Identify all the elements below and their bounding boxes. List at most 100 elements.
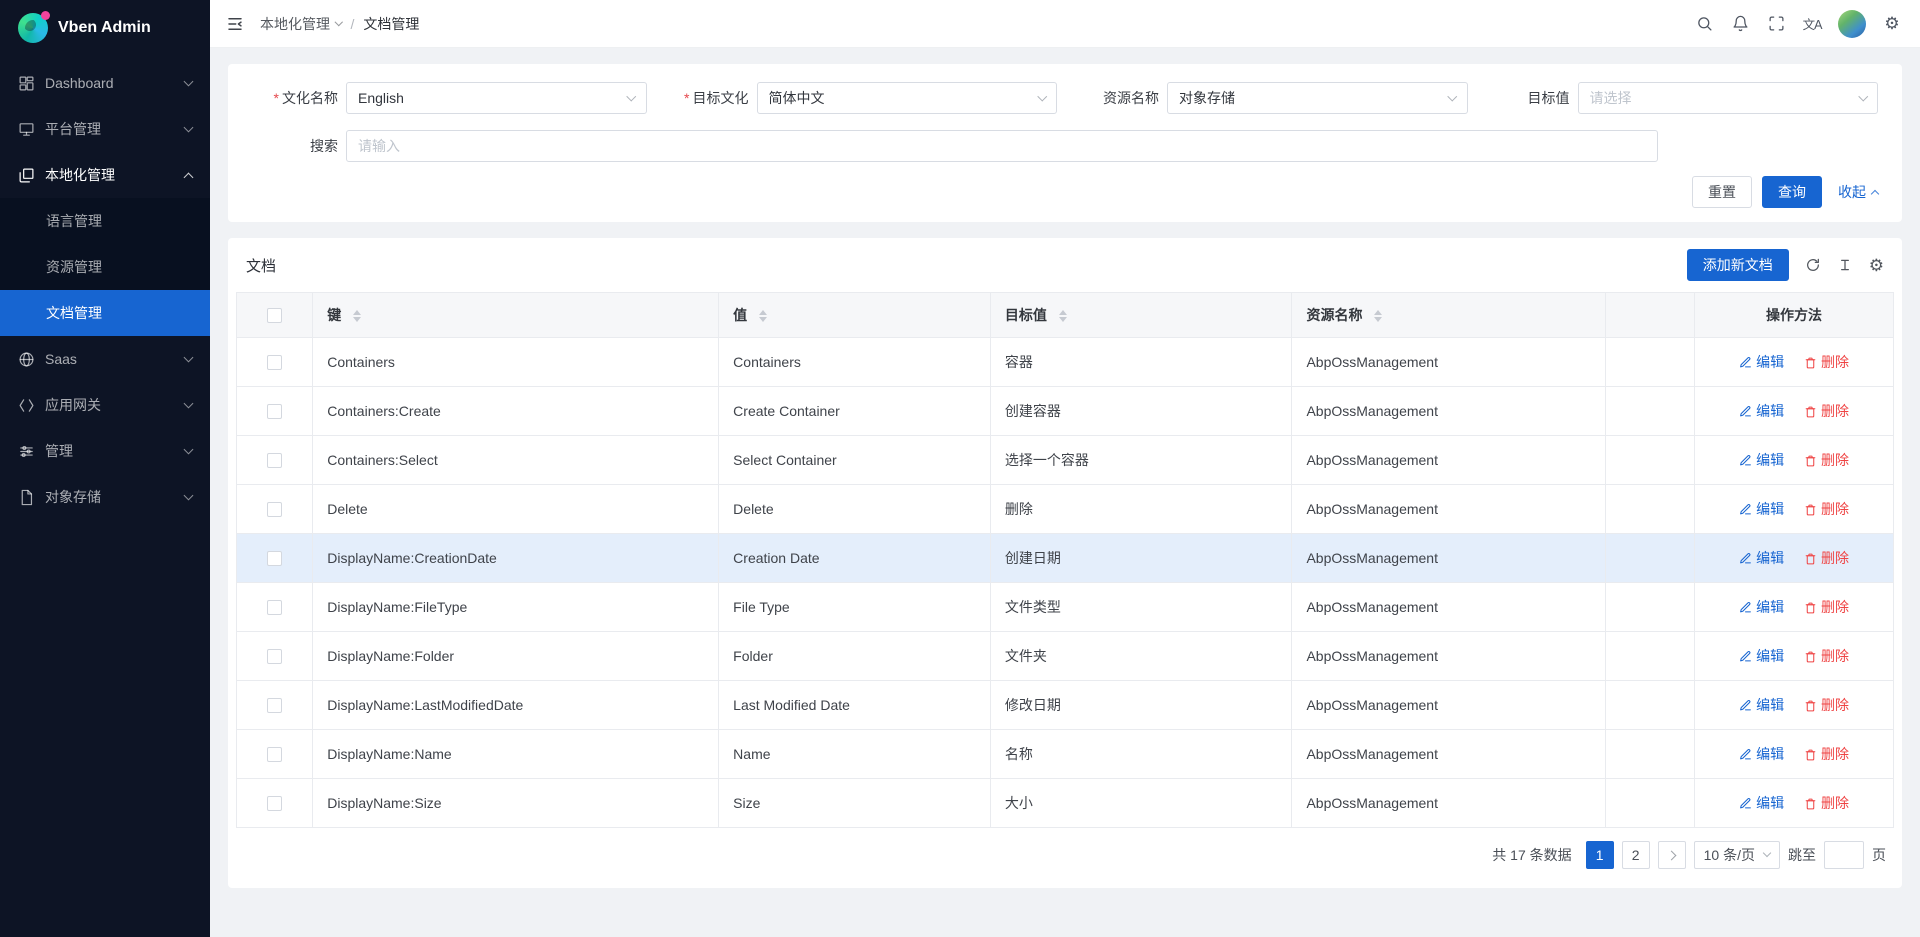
row-checkbox[interactable] — [267, 747, 282, 762]
sidebar-subitem[interactable]: 资源管理 — [0, 244, 210, 290]
field-target-culture: 目标文化 简体中文 — [663, 82, 1058, 114]
chevron-down-icon — [184, 398, 194, 408]
column-header-value[interactable]: 值 — [719, 293, 991, 338]
menu-fold-icon[interactable] — [226, 15, 244, 33]
chevron-up-icon — [1871, 190, 1879, 198]
cell-value: Creation Date — [719, 534, 991, 583]
edit-button[interactable]: 编辑 — [1739, 793, 1784, 813]
target-value-select[interactable]: 请选择 — [1578, 82, 1879, 114]
sidebar-item-management[interactable]: 管理 — [0, 428, 210, 474]
sort-icon[interactable] — [759, 310, 767, 322]
cell-resource-name: AbpOssManagement — [1292, 338, 1605, 387]
delete-button[interactable]: 删除 — [1804, 450, 1849, 470]
row-checkbox[interactable] — [267, 502, 282, 517]
target-value-label: 目标值 — [1484, 88, 1570, 108]
column-header-target-value[interactable]: 目标值 — [990, 293, 1292, 338]
fullscreen-icon[interactable] — [1758, 0, 1794, 48]
sidebar-item-platform[interactable]: 平台管理 — [0, 106, 210, 152]
settings-icon[interactable]: ⚙ — [1874, 0, 1910, 48]
app-title: Vben Admin — [58, 19, 151, 37]
row-checkbox[interactable] — [267, 453, 282, 468]
delete-button[interactable]: 删除 — [1804, 695, 1849, 715]
row-checkbox[interactable] — [267, 355, 282, 370]
trash-icon — [1804, 356, 1817, 369]
reset-button[interactable]: 重置 — [1692, 176, 1752, 208]
delete-button[interactable]: 删除 — [1804, 646, 1849, 666]
table-row: DisplayName:Size Size 大小 AbpOssManagemen… — [237, 779, 1894, 828]
delete-button[interactable]: 删除 — [1804, 499, 1849, 519]
row-checkbox[interactable] — [267, 600, 282, 615]
sort-icon[interactable] — [1374, 310, 1382, 322]
cell-value: Size — [719, 779, 991, 828]
pencil-icon — [1739, 405, 1752, 418]
row-checkbox[interactable] — [267, 649, 282, 664]
next-page-button[interactable] — [1658, 841, 1686, 869]
row-height-icon[interactable] — [1837, 257, 1853, 273]
bell-icon[interactable] — [1722, 0, 1758, 48]
row-checkbox[interactable] — [267, 551, 282, 566]
sidebar-item-saas[interactable]: Saas — [0, 336, 210, 382]
resource-name-select[interactable]: 对象存储 — [1167, 82, 1468, 114]
table-row: Containers:Create Create Container 创建容器 … — [237, 387, 1894, 436]
localization-submenu: 语言管理 资源管理 文档管理 — [0, 198, 210, 336]
edit-button[interactable]: 编辑 — [1739, 744, 1784, 764]
pagination: 共 17 条数据 1 2 10 条/页 跳至 页 — [236, 828, 1894, 882]
edit-button[interactable]: 编辑 — [1739, 499, 1784, 519]
chevron-down-icon — [184, 76, 194, 86]
edit-button[interactable]: 编辑 — [1739, 401, 1784, 421]
delete-button[interactable]: 删除 — [1804, 548, 1849, 568]
column-settings-icon[interactable]: ⚙ — [1869, 257, 1884, 274]
culture-name-select[interactable]: English — [346, 82, 647, 114]
page-2-button[interactable]: 2 — [1622, 841, 1650, 869]
cell-value: Create Container — [719, 387, 991, 436]
column-header-resource-name[interactable]: 资源名称 — [1292, 293, 1605, 338]
chevron-down-icon — [627, 91, 636, 100]
app-logo[interactable]: Vben Admin — [0, 0, 210, 56]
documents-table-panel: 文档 添加新文档 ⚙ — [228, 238, 1902, 888]
sidebar-subitem[interactable]: 语言管理 — [0, 198, 210, 244]
pencil-icon — [1739, 797, 1752, 810]
edit-button[interactable]: 编辑 — [1739, 548, 1784, 568]
edit-button[interactable]: 编辑 — [1739, 352, 1784, 372]
refresh-icon[interactable] — [1805, 257, 1821, 273]
cell-resource-name: AbpOssManagement — [1292, 485, 1605, 534]
delete-button[interactable]: 删除 — [1804, 401, 1849, 421]
delete-button[interactable]: 删除 — [1804, 793, 1849, 813]
sidebar-subitem[interactable]: 文档管理 — [0, 290, 210, 336]
breadcrumb-parent[interactable]: 本地化管理 — [260, 14, 342, 34]
page-1-button[interactable]: 1 — [1586, 841, 1614, 869]
jump-page-input[interactable] — [1824, 841, 1864, 869]
target-culture-select[interactable]: 简体中文 — [757, 82, 1058, 114]
delete-button[interactable]: 删除 — [1804, 744, 1849, 764]
sidebar-item-dashboard[interactable]: Dashboard — [0, 60, 210, 106]
search-input[interactable] — [346, 130, 1658, 162]
page-size-select[interactable]: 10 条/页 — [1694, 841, 1780, 869]
edit-button[interactable]: 编辑 — [1739, 646, 1784, 666]
saas-icon — [18, 351, 35, 368]
row-checkbox[interactable] — [267, 404, 282, 419]
search-icon[interactable] — [1686, 0, 1722, 48]
edit-button[interactable]: 编辑 — [1739, 450, 1784, 470]
cell-resource-name: AbpOssManagement — [1292, 632, 1605, 681]
row-checkbox[interactable] — [267, 698, 282, 713]
cell-resource-name: AbpOssManagement — [1292, 779, 1605, 828]
edit-button[interactable]: 编辑 — [1739, 695, 1784, 715]
edit-button[interactable]: 编辑 — [1739, 597, 1784, 617]
column-header-key[interactable]: 键 — [313, 293, 719, 338]
collapse-link[interactable]: 收起 — [1838, 182, 1878, 202]
sidebar-item-localization[interactable]: 本地化管理 — [0, 152, 210, 198]
sort-icon[interactable] — [1059, 310, 1067, 322]
cell-key: DisplayName:CreationDate — [313, 534, 719, 583]
sort-icon[interactable] — [353, 310, 361, 322]
delete-button[interactable]: 删除 — [1804, 597, 1849, 617]
delete-button[interactable]: 删除 — [1804, 352, 1849, 372]
add-document-button[interactable]: 添加新文档 — [1687, 249, 1789, 281]
culture-name-label: 文化名称 — [252, 88, 338, 108]
translate-icon[interactable]: 文A — [1794, 0, 1830, 48]
sidebar-item-gateway[interactable]: 应用网关 — [0, 382, 210, 428]
sidebar-item-object-storage[interactable]: 对象存储 — [0, 474, 210, 520]
query-button[interactable]: 查询 — [1762, 176, 1822, 208]
avatar[interactable] — [1838, 10, 1866, 38]
row-checkbox[interactable] — [267, 796, 282, 811]
select-all-checkbox[interactable] — [267, 308, 282, 323]
